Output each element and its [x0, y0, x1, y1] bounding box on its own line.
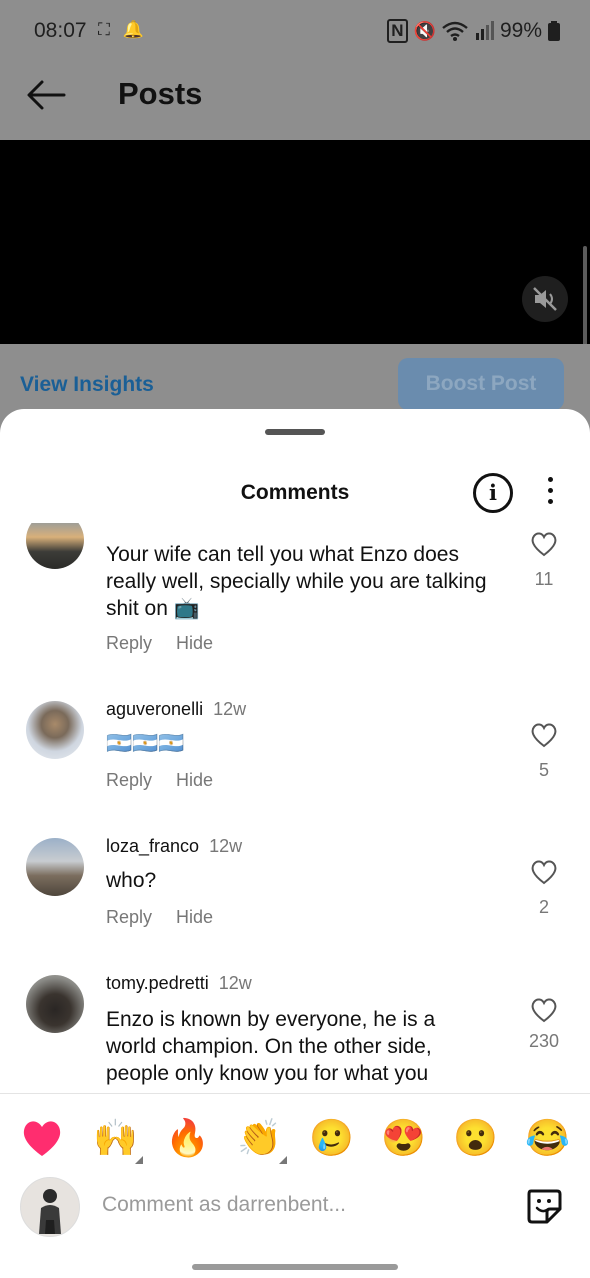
- like-heart-icon[interactable]: [530, 722, 558, 748]
- comment-actions: Reply Hide: [106, 907, 237, 928]
- comment-age: 12w: [218, 973, 252, 993]
- like-heart-icon[interactable]: [530, 859, 558, 885]
- like-heart-icon[interactable]: [530, 997, 558, 1023]
- avatar[interactable]: [26, 838, 84, 896]
- fire-emoji[interactable]: 🔥: [165, 1116, 210, 1160]
- like-heart-icon[interactable]: [530, 531, 558, 557]
- back-arrow-icon[interactable]: [26, 79, 66, 111]
- avatar[interactable]: [26, 975, 84, 1033]
- comment-text: Enzo is known by everyone, he is a world…: [106, 1008, 436, 1085]
- status-left-icons: ⛶ 🔔: [98, 20, 148, 39]
- page-title: Posts: [118, 76, 203, 111]
- comment-age: 12w: [209, 836, 243, 856]
- username-text[interactable]: tomy.pedretti: [106, 973, 209, 993]
- surprised-face-emoji[interactable]: 😮: [453, 1116, 498, 1160]
- comment-input[interactable]: Comment as darrenbent...: [102, 1193, 346, 1217]
- hide-button[interactable]: Hide: [176, 770, 213, 790]
- like-count: 5: [538, 760, 549, 780]
- comment-username[interactable]: tomy.pedretti 12w: [106, 973, 252, 994]
- tears-of-joy-emoji[interactable]: 😂: [525, 1116, 570, 1160]
- sticker-icon[interactable]: [525, 1187, 563, 1225]
- my-avatar: [20, 1177, 80, 1237]
- comment-text: Your wife can tell you what Enzo does re…: [106, 543, 487, 620]
- comment-composer: Comment as darrenbent...: [0, 1173, 590, 1245]
- nfc-icon: N: [387, 19, 408, 43]
- hide-button[interactable]: Hide: [176, 907, 213, 927]
- view-insights-link[interactable]: View Insights: [20, 373, 154, 397]
- speaker-muted-icon: [533, 287, 557, 311]
- holding-back-tears-emoji[interactable]: 🥲: [309, 1116, 354, 1160]
- comment-username[interactable]: aguveronelli 12w: [106, 699, 246, 720]
- raising-hands-emoji[interactable]: 🙌: [93, 1116, 143, 1164]
- hide-button[interactable]: Hide: [176, 633, 213, 653]
- username-text[interactable]: aguveronelli: [106, 699, 203, 719]
- status-right-icons: N 🔇 99%: [387, 19, 560, 43]
- signal-icon: [475, 21, 494, 40]
- red-heart-emoji[interactable]: [20, 1116, 64, 1160]
- avatar[interactable]: [26, 701, 84, 759]
- reply-button[interactable]: Reply: [106, 633, 152, 653]
- comment-text: who?: [106, 869, 157, 892]
- comments-sheet: Comments i Your wife can tell you what E…: [0, 409, 590, 1278]
- more-options-icon[interactable]: [540, 477, 560, 507]
- username-text[interactable]: loza_franco: [106, 836, 199, 856]
- comment-actions: Reply Hide: [106, 633, 237, 654]
- comment-text: 🇦🇷🇦🇷🇦🇷: [106, 732, 185, 755]
- mute-icon: 🔇: [413, 20, 436, 41]
- battery-level: 99%: [499, 19, 542, 42]
- like-count: 2: [538, 897, 549, 917]
- sheet-drag-handle[interactable]: [265, 429, 325, 435]
- heart-eyes-emoji[interactable]: 😍: [381, 1116, 426, 1160]
- post-video[interactable]: [0, 140, 590, 344]
- like-count: 11: [534, 569, 554, 589]
- info-icon[interactable]: i: [473, 473, 513, 513]
- app-bar: Posts: [0, 62, 590, 140]
- comment-actions: Reply Hide: [106, 770, 237, 791]
- wifi-icon: [442, 21, 468, 41]
- home-indicator[interactable]: [192, 1264, 398, 1270]
- comment-username[interactable]: loza_franco 12w: [106, 836, 242, 857]
- boost-post-button[interactable]: Boost Post: [398, 358, 564, 410]
- video-mute-button[interactable]: [522, 276, 568, 322]
- status-bar: 08:07 ⛶ 🔔 N 🔇 99%: [0, 0, 590, 62]
- avatar[interactable]: [26, 523, 84, 569]
- comment-age: 12w: [213, 699, 247, 719]
- quick-emoji-bar: 🙌 🔥 👏 🥲 😍 😮 😂: [0, 1093, 590, 1182]
- status-time: 08:07: [34, 19, 87, 42]
- battery-icon: [548, 21, 560, 41]
- comments-list[interactable]: Your wife can tell you what Enzo does re…: [0, 523, 590, 1093]
- person-silhouette-icon: [39, 1189, 61, 1234]
- reply-button[interactable]: Reply: [106, 770, 152, 790]
- reply-button[interactable]: Reply: [106, 907, 152, 927]
- clapping-hands-emoji[interactable]: 👏: [237, 1116, 287, 1164]
- like-count: 230: [528, 1031, 560, 1051]
